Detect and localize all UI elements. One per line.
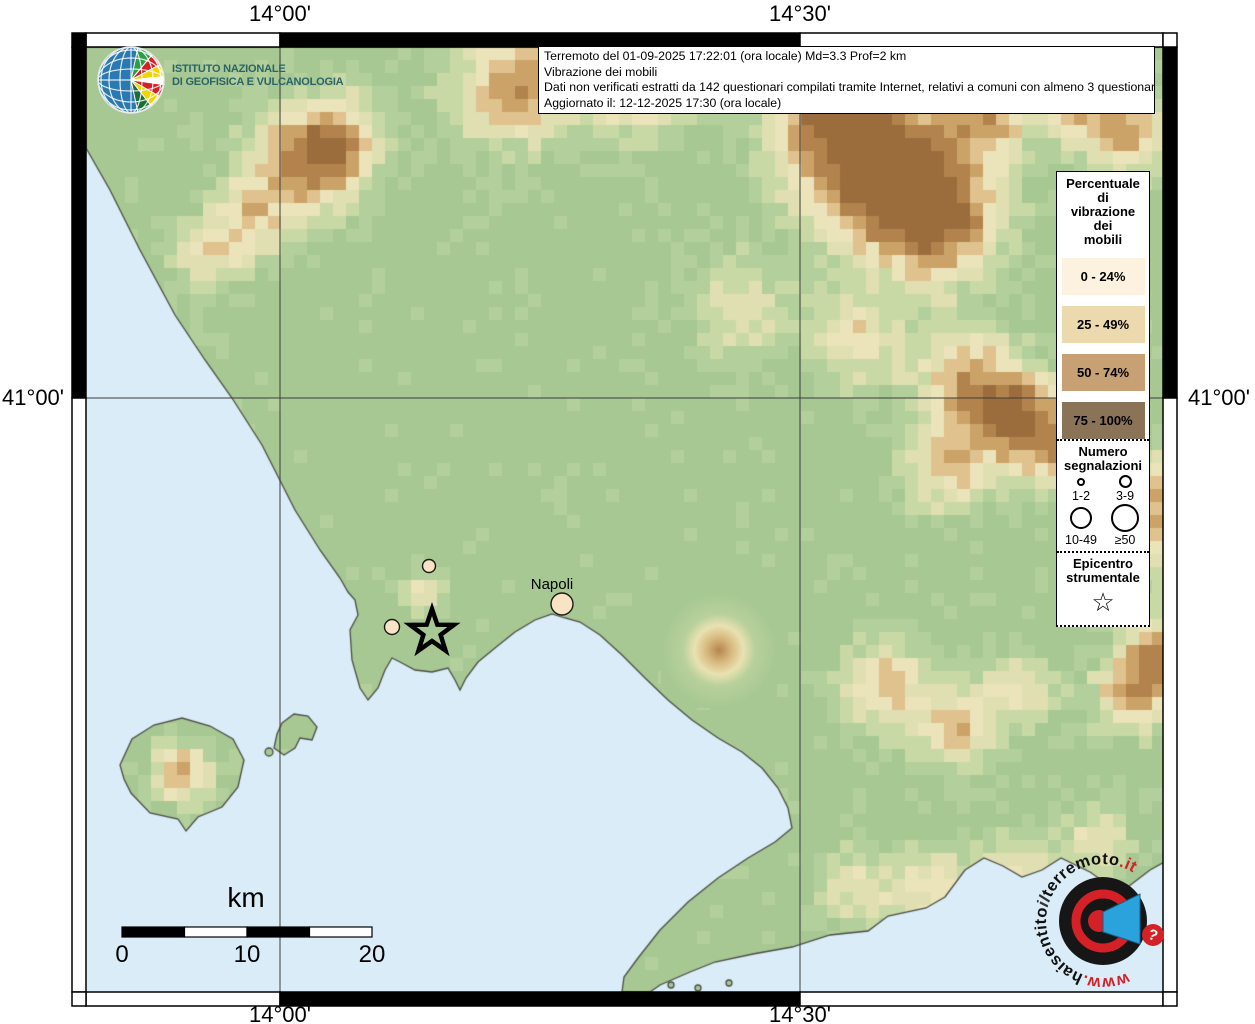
legend-title-line: vibrazione <box>1057 205 1149 219</box>
axis-label-right-lat: 41°00' <box>1188 385 1250 411</box>
count-label-1-2: 1-2 <box>1072 489 1090 503</box>
scalebar-tick-20: 20 <box>342 941 402 969</box>
ingv-shakemap-figure: ? www.haisentitoilterremoto.it 14°00' 14… <box>0 0 1255 1024</box>
axis-label-bottom-lon-1: 14°00' <box>249 1002 311 1024</box>
legend-counts-title: Numero segnalazioni <box>1057 439 1149 473</box>
haisentitoilterremoto-logo: ? www.haisentitoilterremoto.it <box>1032 850 1164 992</box>
scalebar-segment <box>122 927 185 937</box>
scalebar-tick-10: 10 <box>217 941 277 969</box>
legend-title-line: Percentuale <box>1057 177 1149 191</box>
axis-label-bottom-lon-2: 14°30' <box>769 1002 831 1024</box>
epicenter-star-icon: ☆ <box>1057 587 1149 617</box>
event-info-line-3: Dati non verificati estratti da 142 ques… <box>544 80 1149 96</box>
count-circle-1-2 <box>1077 478 1085 486</box>
scalebar-segment <box>185 927 248 937</box>
legend-class-swatch-4: 75 - 100% <box>1062 402 1145 439</box>
scalebar-tick-0: 0 <box>92 941 152 969</box>
axis-label-top-lon-1: 14°00' <box>249 1 311 27</box>
scale-bar <box>122 927 372 937</box>
graticule-gridlines <box>86 47 1163 992</box>
event-info-line-4: Aggiornato il: 12-12-2025 17:30 (ora loc… <box>544 96 1149 112</box>
ingv-wordmark: ISTITUTO NAZIONALE DI GEOFISICA E VULCAN… <box>172 63 343 89</box>
city-label-napoli: Napoli <box>512 576 592 593</box>
legend-class-swatch-2: 25 - 49% <box>1062 306 1145 343</box>
report-circle <box>551 593 573 615</box>
count-circle-3-9 <box>1119 475 1132 488</box>
event-info-line-2: Vibrazione dei mobili <box>544 65 1149 81</box>
legend-title-line: dei <box>1057 219 1149 233</box>
scalebar-segment <box>310 927 373 937</box>
map-frame <box>72 33 1177 1006</box>
legend-epicenter-title: Epicentro strumentale <box>1057 551 1149 585</box>
count-label-50plus: ≥50 <box>1115 533 1136 547</box>
legend-panel: Percentuale di vibrazione dei mobili 0 -… <box>1056 171 1150 627</box>
count-label-10-49: 10-49 <box>1065 533 1097 547</box>
legend-title-line: di <box>1057 191 1149 205</box>
legend-counts-key: 1-2 3-9 10-49 ≥50 <box>1057 473 1149 551</box>
scalebar-segment <box>247 927 310 937</box>
axis-label-top-lon-2: 14°30' <box>769 1 831 27</box>
scalebar-unit-label: km <box>196 882 296 914</box>
count-circle-50plus <box>1111 504 1139 532</box>
report-circle <box>385 620 400 635</box>
event-info-box: Terremoto del 01-09-2025 17:22:01 (ora l… <box>538 46 1155 114</box>
report-circle <box>423 560 436 573</box>
epicenter-star <box>410 609 454 651</box>
legend-title-line: mobili <box>1057 233 1149 247</box>
legend-class-swatch-3: 50 - 74% <box>1062 354 1145 391</box>
map-symbols <box>385 560 574 651</box>
legend-class-swatch-1: 0 - 24% <box>1062 258 1145 295</box>
event-info-line-1: Terremoto del 01-09-2025 17:22:01 (ora l… <box>544 49 1149 65</box>
axis-label-left-lat: 41°00' <box>0 385 64 411</box>
count-circle-10-49 <box>1070 507 1092 529</box>
ingv-wordmark-line-1: ISTITUTO NAZIONALE <box>172 63 343 76</box>
ingv-globe-icon <box>98 47 164 113</box>
count-label-3-9: 3-9 <box>1116 489 1134 503</box>
ingv-wordmark-line-2: DI GEOFISICA E VULCANOLOGIA <box>172 76 343 89</box>
